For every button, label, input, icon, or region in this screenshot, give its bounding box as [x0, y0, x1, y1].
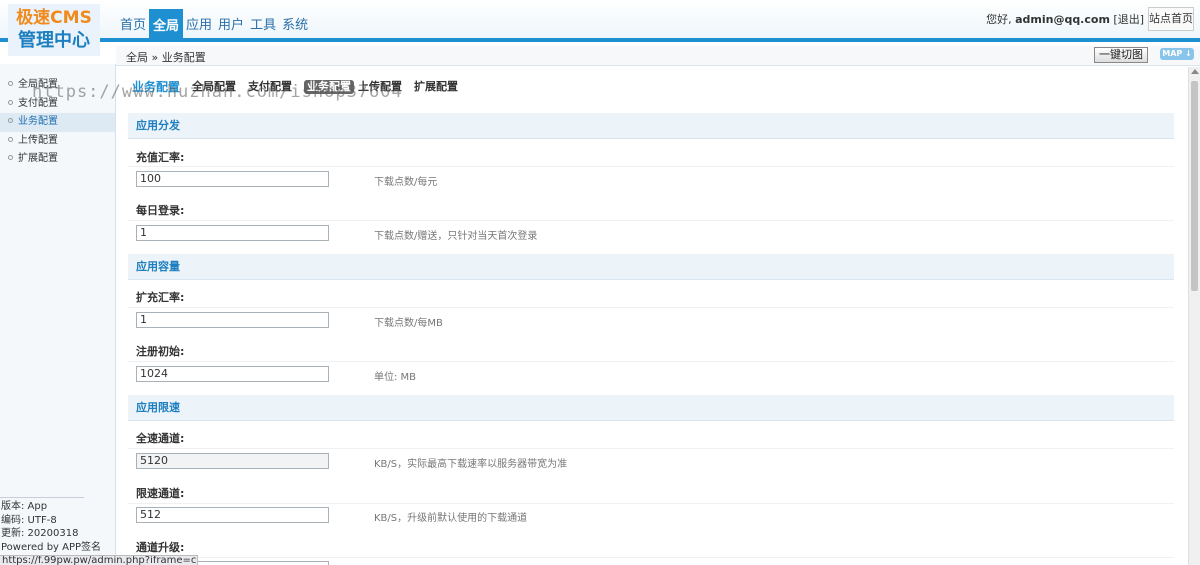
- sidebar-item-label: 全局配置: [18, 79, 58, 90]
- map-button[interactable]: MAP ↓: [1160, 48, 1194, 60]
- logout-link[interactable]: [退出]: [1113, 13, 1144, 26]
- top-nav: 首页 全局 应用 用户 工具 系统: [117, 9, 311, 39]
- breadcrumb: 全局 » 业务配置: [126, 51, 206, 64]
- field-divider: [128, 220, 1174, 221]
- bullet-icon: [8, 81, 13, 86]
- tab-payment-config[interactable]: 支付配置: [248, 80, 292, 94]
- sidebar-item-label: 上传配置: [18, 134, 58, 146]
- cut-image-button[interactable]: 一键切图: [1094, 47, 1148, 63]
- sidebar-item-business-config[interactable]: 业务配置: [0, 113, 115, 132]
- logo[interactable]: 极速CMS 管理中心: [8, 4, 100, 56]
- recharge-rate-input[interactable]: 100: [136, 171, 329, 187]
- sidebar-item-extension-config[interactable]: 扩展配置: [0, 150, 115, 169]
- field-divider: [128, 448, 1174, 449]
- nav-apps[interactable]: 应用: [183, 9, 215, 38]
- expand-rate-input[interactable]: 1: [136, 312, 329, 328]
- sidebar-item-payment-config[interactable]: 支付配置: [0, 95, 115, 114]
- sidebar-divider: [0, 497, 84, 498]
- vertical-scrollbar[interactable]: [1188, 67, 1200, 565]
- field-divider: [128, 503, 1174, 504]
- field-divider: [128, 361, 1174, 362]
- register-init-label: 注册初始:: [136, 345, 185, 358]
- greeting: 您好,: [986, 13, 1012, 26]
- main-content: 业务配置 全局配置 支付配置 业务配置 上传配置 扩展配置 应用分发 充值汇率:…: [116, 67, 1188, 565]
- register-init-hint: 单位: MB: [374, 372, 417, 383]
- daily-login-hint: 下载点数/赠送，只针对当天首次登录: [374, 231, 538, 242]
- sidebar-item-label: 业务配置: [18, 116, 58, 127]
- version-info: 版本: App 编码: UTF-8 更新: 20200318 Powered b…: [1, 500, 101, 554]
- limited-channel-input[interactable]: 512: [136, 507, 329, 523]
- tab-upload-config[interactable]: 上传配置: [358, 80, 402, 94]
- sidebar-menu: 全局配置 支付配置 业务配置 上传配置 扩展配置: [0, 76, 115, 169]
- sidebar: 全局配置 支付配置 业务配置 上传配置 扩展配置 版本: App 编码: UTF…: [0, 64, 116, 565]
- scroll-thumb[interactable]: [1191, 81, 1198, 291]
- sidebar-item-label: 支付配置: [18, 97, 58, 109]
- bullet-icon: [8, 136, 13, 142]
- nav-system[interactable]: 系统: [279, 9, 311, 38]
- tab-business-config[interactable]: 业务配置: [304, 80, 355, 94]
- encoding-line: 编码: UTF-8: [1, 514, 57, 526]
- full-channel-label: 全速通道:: [136, 432, 185, 445]
- limited-channel-hint: KB/S，升级前默认使用的下载通道: [374, 513, 528, 524]
- sidebar-item-label: 扩展配置: [18, 153, 58, 164]
- powered-by-line: Powered by APP签名: [1, 541, 102, 553]
- expand-rate-hint: 下载点数/每MB: [374, 318, 443, 329]
- breadcrumb-bar: 全局 » 业务配置 一键切图 MAP ↓: [116, 46, 1200, 66]
- full-channel-input[interactable]: 5120: [136, 453, 329, 469]
- updated-line: 更新: 20200318: [1, 528, 79, 539]
- user-email: admin@qq.com: [1015, 13, 1110, 26]
- nav-home[interactable]: 首页: [117, 9, 149, 38]
- logo-line1: 极速CMS: [16, 8, 92, 28]
- scroll-up-icon[interactable]: [1191, 69, 1199, 74]
- section-app-capacity: 应用容量: [128, 254, 1174, 280]
- version-line: 版本: App: [1, 501, 48, 512]
- sidebar-item-upload-config[interactable]: 上传配置: [0, 132, 115, 151]
- nav-users[interactable]: 用户: [215, 9, 247, 38]
- tab-extension-config[interactable]: 扩展配置: [414, 80, 458, 94]
- nav-global[interactable]: 全局: [149, 9, 184, 39]
- section-app-distribution: 应用分发: [128, 113, 1174, 139]
- top-header: 极速CMS 管理中心 首页 全局 应用 用户 工具 系统 您好, admin@q…: [0, 0, 1200, 56]
- recharge-rate-hint: 下载点数/每元: [374, 177, 438, 188]
- daily-login-input[interactable]: 1: [136, 225, 329, 241]
- user-info: 您好, admin@qq.com [退出]: [986, 11, 1144, 27]
- limited-channel-label: 限速通道:: [136, 487, 185, 500]
- status-bar-url: https://f.99pw.pw/admin.php?iframe=confi…: [0, 555, 198, 565]
- bullet-icon: [8, 155, 13, 160]
- field-divider: [128, 166, 1174, 167]
- field-divider: [128, 557, 1174, 558]
- bullet-icon: [8, 99, 13, 105]
- daily-login-label: 每日登录:: [136, 204, 185, 217]
- register-init-input[interactable]: 1024: [136, 366, 329, 382]
- sidebar-item-global-config[interactable]: 全局配置: [0, 76, 115, 95]
- channel-upgrade-label: 通道升级:: [136, 541, 185, 554]
- bullet-icon: [8, 118, 13, 123]
- field-divider: [128, 307, 1174, 308]
- recharge-rate-label: 充值汇率:: [136, 151, 185, 164]
- expand-rate-label: 扩充汇率:: [136, 291, 185, 304]
- site-home-button[interactable]: 站点首页: [1148, 7, 1194, 31]
- tab-global-config[interactable]: 全局配置: [192, 80, 236, 94]
- subtab-title: 业务配置: [132, 80, 181, 94]
- section-app-speed: 应用限速: [128, 395, 1174, 421]
- logo-line2: 管理中心: [18, 30, 90, 51]
- nav-tools[interactable]: 工具: [247, 9, 279, 38]
- full-channel-hint: KB/S，实际最高下载速率以服务器带宽为准: [374, 459, 568, 470]
- sub-tabs: 业务配置 全局配置 支付配置 业务配置 上传配置 扩展配置: [132, 80, 470, 94]
